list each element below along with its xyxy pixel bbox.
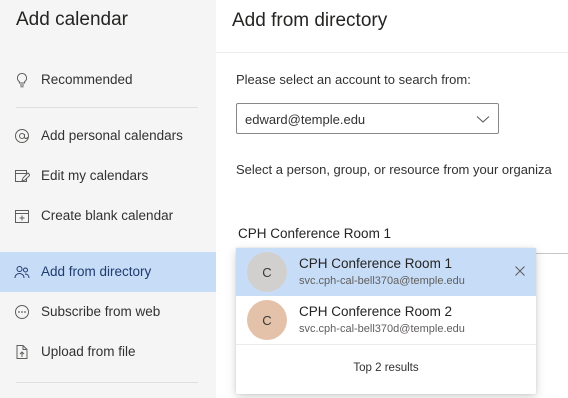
chevron-down-icon (476, 116, 490, 123)
account-prompt: Please select an account to search from: (236, 72, 471, 87)
sidebar-divider (16, 107, 198, 108)
result-email: svc.cph-cal-bell370d@temple.edu (299, 323, 465, 335)
sidebar-item-add-from-directory[interactable]: Add from directory (0, 252, 216, 292)
search-results-dropdown: C CPH Conference Room 1 svc.cph-cal-bell… (236, 248, 536, 394)
lightbulb-icon (16, 72, 28, 88)
sidebar-item-label: Add personal calendars (41, 128, 183, 143)
sidebar-item-recommended[interactable]: Recommended (0, 60, 216, 100)
sidebar-item-upload-from-file[interactable]: Upload from file (0, 332, 216, 372)
people-icon (14, 266, 30, 279)
main-panel: Add from directory Please select an acco… (216, 0, 568, 398)
globe-link-icon (15, 305, 29, 319)
sidebar-item-create-blank-calendar[interactable]: Create blank calendar (0, 196, 216, 236)
sidebar-item-label: Add from directory (41, 264, 152, 279)
directory-instruction: Select a person, group, or resource from… (236, 162, 552, 177)
search-result-item[interactable]: C CPH Conference Room 2 svc.cph-cal-bell… (236, 296, 536, 344)
sidebar-item-edit-my-calendars[interactable]: Edit my calendars (0, 156, 216, 196)
page-title: Add from directory (232, 10, 388, 31)
sidebar-item-label: Upload from file (41, 344, 136, 359)
sidebar-item-label: Recommended (41, 72, 133, 87)
sidebar-item-label: Create blank calendar (41, 208, 174, 223)
results-divider (236, 344, 536, 345)
sidebar-title: Add calendar (16, 9, 128, 30)
results-count: Top 2 results (353, 362, 419, 374)
edit-calendar-icon (15, 170, 30, 182)
sidebar-item-label: Edit my calendars (41, 168, 149, 183)
at-sign-icon (15, 129, 29, 143)
sidebar: Add calendar Recommended Add personal ca… (0, 0, 216, 398)
search-result-item[interactable]: C CPH Conference Room 1 svc.cph-cal-bell… (236, 248, 536, 296)
close-icon[interactable] (514, 265, 526, 277)
calendar-add-icon (15, 210, 29, 223)
sidebar-item-subscribe-from-web[interactable]: Subscribe from web (0, 292, 216, 332)
result-name: CPH Conference Room 2 (299, 304, 453, 319)
sidebar-item-add-personal-calendars[interactable]: Add personal calendars (0, 116, 216, 156)
result-email: svc.cph-cal-bell370a@temple.edu (299, 275, 465, 287)
account-dropdown-value: edward@temple.edu (245, 112, 366, 127)
search-input-value: CPH Conference Room 1 (238, 226, 392, 241)
avatar: C (247, 300, 287, 340)
sidebar-item-label: Subscribe from web (41, 304, 161, 319)
sidebar-divider (16, 382, 198, 383)
header-divider (216, 52, 568, 53)
document-upload-icon (16, 345, 28, 359)
result-name: CPH Conference Room 1 (299, 256, 453, 271)
avatar: C (247, 252, 287, 292)
account-dropdown[interactable]: edward@temple.edu (236, 103, 499, 134)
